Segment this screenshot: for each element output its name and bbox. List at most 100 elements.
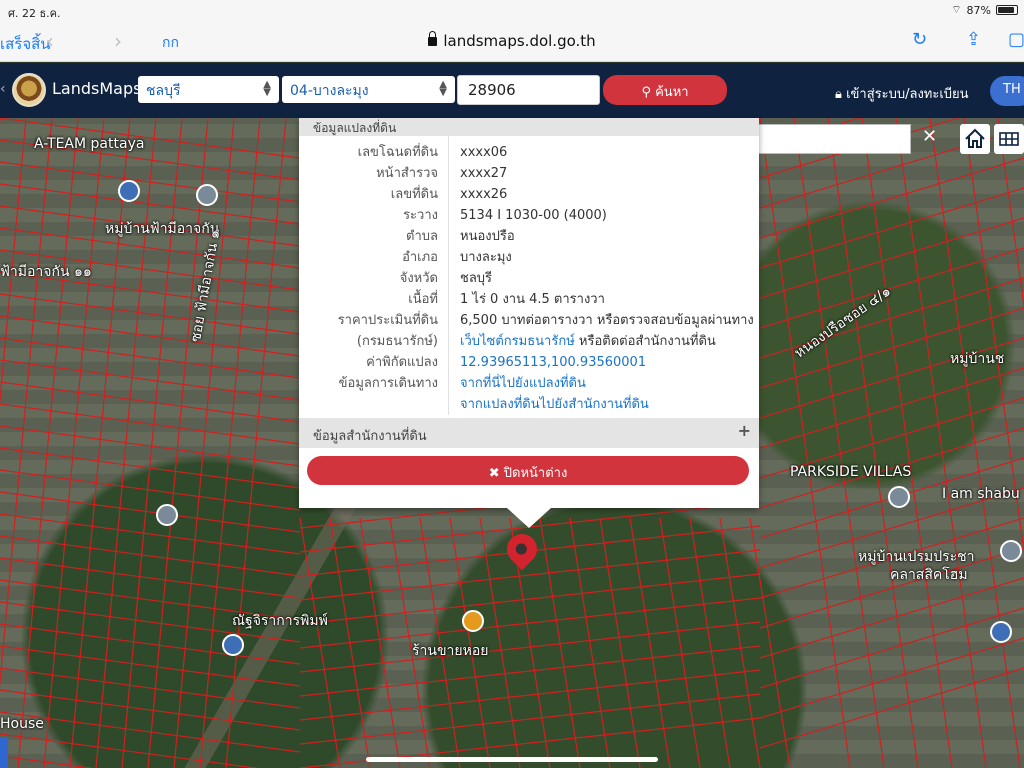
address-text: landsmaps.dol.go.th <box>443 32 596 50</box>
close-popup-label: ปิดหน้าต่าง <box>503 466 568 481</box>
info-row: ระวาง 5134 I 1030-00 (4000) <box>299 205 759 226</box>
parcel-info-popup: ข้อมูลแปลงที่ดิน เลขโฉนดที่ดิน xxxx06 หน้า… <box>299 118 759 528</box>
info-row: จากแปลงที่ดินไปยังสำนักงานที่ดิน <box>299 394 759 415</box>
info-row-link[interactable]: 12.93965113,100.93560001 <box>460 355 646 370</box>
info-row-label: ระวาง <box>403 208 438 223</box>
info-row-label: ตำบล <box>406 229 438 244</box>
district-select[interactable]: 04-บางละมุง ▲ ▼ <box>282 76 455 103</box>
info-row-label: เนื้อที่ <box>408 292 438 307</box>
info-row-value: จากแปลงที่ดินไปยังสำนักงานที่ดิน <box>438 394 649 415</box>
info-row: ตำบล หนองปรือ <box>299 226 759 247</box>
info-row-label: ราคาประเมินที่ดิน <box>337 313 438 328</box>
side-tab[interactable] <box>0 738 8 768</box>
login-link[interactable]: 🔒︎ เข้าสู่ระบบ/ลงทะเบียน <box>835 83 969 104</box>
expand-plus-icon[interactable]: + <box>738 421 751 440</box>
info-row-label: ข้อมูลการเดินทาง <box>338 376 438 391</box>
login-label: เข้าสู่ระบบ/ลงทะเบียน <box>846 87 969 102</box>
poi-marker-icon[interactable] <box>990 621 1012 643</box>
close-icon: ✖ <box>488 466 500 481</box>
share-icon[interactable]: ⇪ <box>966 29 981 50</box>
map-label: ฟ้ามีอาจกัน ๑๑ <box>0 264 92 280</box>
info-row: จังหวัด ชลบุรี <box>299 268 759 289</box>
home-indicator <box>366 757 658 762</box>
info-row-label: ค่าพิกัดแปลง <box>366 355 438 370</box>
dol-logo <box>12 73 46 107</box>
info-row-text: xxxx26 <box>460 187 508 202</box>
info-row-text: หนองปรือ <box>460 229 515 244</box>
info-row-label: จังหวัด <box>399 271 438 286</box>
info-row-text: หรือติดต่อสำนักงานที่ดิน <box>574 334 716 349</box>
info-row: เลขโฉนดที่ดิน xxxx06 <box>299 142 759 163</box>
map-label: House <box>0 716 44 732</box>
info-row-link[interactable]: จากแปลงที่ดินไปยังสำนักงานที่ดิน <box>460 397 649 412</box>
poi-marker-icon[interactable] <box>156 504 178 526</box>
close-popup-button[interactable]: ✖ ปิดหน้าต่าง <box>307 456 749 485</box>
battery-percent: 87% <box>966 3 991 17</box>
tabs-icon[interactable]: ▢ <box>1008 29 1024 50</box>
info-row-value: ชลบุรี <box>438 268 492 289</box>
home-button[interactable] <box>960 124 990 154</box>
info-row-link[interactable]: จากที่นี่ไปยังแปลงที่ดิน <box>460 376 586 391</box>
info-row: ค่าพิกัดแปลง 12.93965113,100.93560001 <box>299 352 759 373</box>
address-bar[interactable]: landsmaps.dol.go.th <box>0 31 1024 50</box>
layers-button[interactable] <box>994 124 1024 154</box>
info-row: ราคาประเมินที่ดิน 6,500 บาทต่อตารางวา หรื… <box>299 310 759 331</box>
info-row-value: xxxx06 <box>438 142 507 163</box>
info-row: หน้าสำรวจ xxxx27 <box>299 163 759 184</box>
select-caret-icon: ▲ ▼ <box>439 79 447 98</box>
info-row-text: xxxx06 <box>460 145 508 160</box>
info-row-text: 5134 I 1030-00 (4000) <box>460 208 607 223</box>
search-button[interactable]: ⚲ ค้นหา <box>603 75 727 105</box>
info-row-text: xxxx27 <box>460 166 508 181</box>
parcel-info-table: เลขโฉนดที่ดิน xxxx06 หน้าสำรวจ xxxx27 เลขที่… <box>299 136 759 415</box>
parcel-section-header: ข้อมูลแปลงที่ดิน <box>299 118 759 136</box>
info-row-label: (กรมธนารักษ์) <box>356 334 438 349</box>
info-row: ข้อมูลการเดินทาง จากที่นี่ไปยังแปลงที่ดิน <box>299 373 759 394</box>
info-row-value: xxxx26 <box>438 184 507 205</box>
info-row-link[interactable]: เว็บไซต์กรมธนารักษ์ <box>460 334 575 349</box>
map-label: A-TEAM pattaya <box>34 136 145 152</box>
info-row-label: หน้าสำรวจ <box>376 166 438 181</box>
battery-icon <box>996 5 1018 15</box>
info-row-text: 1 ไร่ 0 งาน 4.5 ตารางวา <box>460 292 605 307</box>
map-label: หมู่บ้านช <box>950 351 1005 367</box>
info-row-value: 6,500 บาทต่อตารางวา หรือตรวจสอบข้อมูลผ่า… <box>438 310 754 331</box>
parcel-number-input[interactable] <box>457 75 600 105</box>
info-row-value: 12.93965113,100.93560001 <box>438 352 646 373</box>
select-caret-icon: ▲ ▼ <box>263 79 271 98</box>
brand-name: LandsMaps <box>52 79 142 98</box>
poi-marker-icon[interactable] <box>222 634 244 656</box>
app-header: ‹ LandsMaps ชลบุรี ▲▼ 04-บางละมุง ▲▼ ⚲ ค… <box>0 63 1024 118</box>
lock-icon <box>428 31 438 46</box>
map-label: PARKSIDE VILLAS <box>790 464 912 480</box>
menu-chevron-icon[interactable]: ‹ <box>0 81 6 97</box>
info-row-text: 6,500 บาทต่อตารางวา หรือตรวจสอบข้อมูลผ่า… <box>460 313 754 328</box>
status-time: ศ. 22 ธ.ค. <box>8 7 61 20</box>
poi-marker-icon[interactable] <box>196 184 218 206</box>
info-row: เนื้อที่ 1 ไร่ 0 งาน 4.5 ตารางวา <box>299 289 759 310</box>
poi-marker-icon[interactable] <box>1000 540 1022 562</box>
province-select[interactable]: ชลบุรี ▲ ▼ <box>138 76 279 103</box>
info-row-value: หนองปรือ <box>438 226 515 247</box>
info-row: อำเภอ บางละมุง <box>299 247 759 268</box>
home-icon <box>965 128 985 148</box>
office-section-header[interactable]: ข้อมูลสำนักงานที่ดิน + <box>299 418 759 448</box>
info-row-text: บางละมุง <box>460 250 512 265</box>
info-row-text: ชลบุรี <box>460 271 493 286</box>
map-label: I am shabu <box>942 486 1020 502</box>
reload-icon[interactable]: ↻ <box>912 29 927 50</box>
lock-icon: 🔒︎ <box>835 87 842 102</box>
close-icon[interactable]: ✕ <box>922 126 937 147</box>
language-button[interactable]: TH <box>990 76 1024 106</box>
info-row-label: เลขโฉนดที่ดิน <box>357 145 438 160</box>
poi-marker-icon[interactable] <box>462 610 484 632</box>
map-label: คลาสสิคโฮม <box>890 567 968 583</box>
status-right: ⌔ 87% <box>951 3 1018 17</box>
poi-marker-icon[interactable] <box>888 486 910 508</box>
province-select-value: ชลบุรี <box>146 83 181 99</box>
info-row-label <box>299 394 438 415</box>
info-row: (กรมธนารักษ์) เว็บไซต์กรมธนารักษ์ หรือติด… <box>299 331 759 352</box>
poi-marker-icon[interactable] <box>118 180 140 202</box>
grid-icon <box>999 132 1019 146</box>
search-icon: ⚲ <box>641 85 651 100</box>
